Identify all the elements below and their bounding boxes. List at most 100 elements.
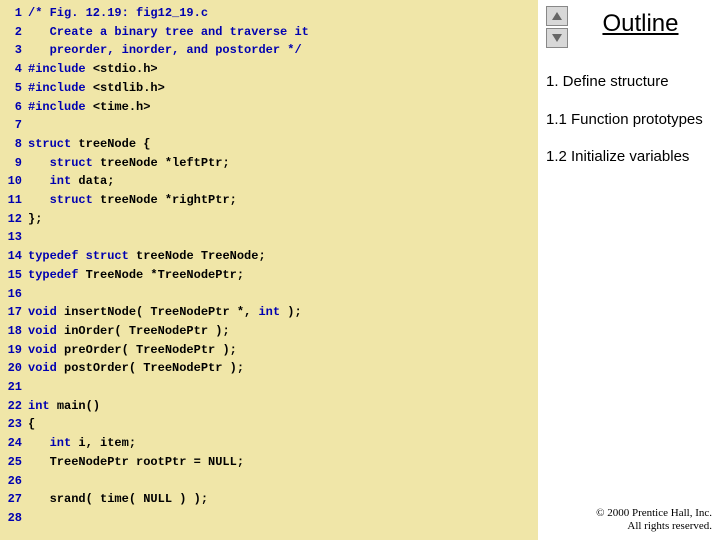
line-number: 18 <box>0 322 22 341</box>
code-token: preorder, inorder, and postorder */ <box>28 41 302 60</box>
line-number: 14 <box>0 247 22 266</box>
code-line: 13 <box>0 228 538 247</box>
line-number: 22 <box>0 397 22 416</box>
code-token: }; <box>28 210 42 229</box>
code-token: main() <box>57 397 100 416</box>
line-number: 12 <box>0 210 22 229</box>
code-token: insertNode( TreeNodePtr *, <box>64 303 258 322</box>
code-line: 19 void preOrder( TreeNodePtr ); <box>0 341 538 360</box>
code-token: #include <box>28 98 93 117</box>
line-number: 24 <box>0 434 22 453</box>
code-token: struct <box>50 191 100 210</box>
line-number: 10 <box>0 172 22 191</box>
code-token: treeNode { <box>78 135 150 154</box>
code-line: 25 TreeNodePtr rootPtr = NULL; <box>0 453 538 472</box>
code-token: struct <box>28 135 78 154</box>
code-token <box>28 154 50 173</box>
outline-section: 1.2 Initialize variables <box>546 147 712 167</box>
line-number: 3 <box>0 41 22 60</box>
code-line: 7 <box>0 116 538 135</box>
code-token: int <box>28 397 57 416</box>
code-line: 3 preorder, inorder, and postorder */ <box>0 41 538 60</box>
outline-section: 1. Define structure <box>546 72 712 92</box>
copyright-line: All rights reserved. <box>596 520 712 534</box>
code-line: 10 int data; <box>0 172 538 191</box>
nav-down-button[interactable] <box>546 28 568 48</box>
code-token: <stdlib.h> <box>93 79 165 98</box>
code-token: srand( time( NULL ) ); <box>28 490 208 509</box>
code-line: 18 void inOrder( TreeNodePtr ); <box>0 322 538 341</box>
code-token: i, item; <box>78 434 136 453</box>
code-token: int <box>50 172 79 191</box>
code-line: 9 struct treeNode *leftPtr; <box>0 154 538 173</box>
outline-title: Outline <box>602 6 678 38</box>
line-number: 27 <box>0 490 22 509</box>
code-token: postOrder( TreeNodePtr ); <box>64 359 244 378</box>
code-line: 8 struct treeNode { <box>0 135 538 154</box>
outline-panel: Outline 1. Define structure 1.1 Function… <box>538 0 720 540</box>
code-token <box>28 191 50 210</box>
code-token: ); <box>280 303 302 322</box>
code-token: TreeNodePtr rootPtr = NULL; <box>28 453 244 472</box>
line-number: 2 <box>0 23 22 42</box>
code-line: 17 void insertNode( TreeNodePtr *, int ); <box>0 303 538 322</box>
line-number: 23 <box>0 415 22 434</box>
code-line: 4#include <stdio.h> <box>0 60 538 79</box>
code-token: preOrder( TreeNodePtr ); <box>64 341 237 360</box>
code-token: void <box>28 359 64 378</box>
code-line: 12}; <box>0 210 538 229</box>
code-line: 24 int i, item; <box>0 434 538 453</box>
code-line: 20 void postOrder( TreeNodePtr ); <box>0 359 538 378</box>
code-token <box>28 172 50 191</box>
code-token: { <box>28 415 35 434</box>
code-line: 15 typedef TreeNode *TreeNodePtr; <box>0 266 538 285</box>
copyright-line: © 2000 Prentice Hall, Inc. <box>596 507 712 521</box>
nav-up-button[interactable] <box>546 6 568 26</box>
line-number: 25 <box>0 453 22 472</box>
code-token: int <box>258 303 280 322</box>
line-number: 16 <box>0 285 22 304</box>
line-number: 11 <box>0 191 22 210</box>
code-token: data; <box>78 172 114 191</box>
code-token: treeNode *rightPtr; <box>100 191 237 210</box>
code-token: TreeNode *TreeNodePtr; <box>86 266 244 285</box>
line-number: 8 <box>0 135 22 154</box>
code-token: void <box>28 322 64 341</box>
outline-section: 1.1 Function prototypes <box>546 110 712 130</box>
code-token: inOrder( TreeNodePtr ); <box>64 322 230 341</box>
code-line: 6 #include <time.h> <box>0 98 538 117</box>
line-number: 5 <box>0 79 22 98</box>
line-number: 1 <box>0 4 22 23</box>
code-token <box>28 434 50 453</box>
code-line: 28 <box>0 509 538 528</box>
line-number: 6 <box>0 98 22 117</box>
code-token: typedef <box>28 266 86 285</box>
line-number: 21 <box>0 378 22 397</box>
code-token: void <box>28 341 64 360</box>
code-line: 21 <box>0 378 538 397</box>
code-token: typedef struct <box>28 247 136 266</box>
copyright-footer: © 2000 Prentice Hall, Inc. All rights re… <box>596 507 712 535</box>
code-line: 26 <box>0 472 538 491</box>
code-token: <stdio.h> <box>93 60 158 79</box>
code-token: <time.h> <box>93 98 151 117</box>
code-line: 23 { <box>0 415 538 434</box>
code-token: struct <box>50 154 100 173</box>
code-token: /* Fig. 12.19: fig12_19.c <box>28 4 208 23</box>
code-line: 2 Create a binary tree and traverse it <box>0 23 538 42</box>
line-number: 26 <box>0 472 22 491</box>
code-token: void <box>28 303 64 322</box>
line-number: 20 <box>0 359 22 378</box>
code-token: treeNode *leftPtr; <box>100 154 230 173</box>
code-token: #include <box>28 79 93 98</box>
code-line: 1 /* Fig. 12.19: fig12_19.c <box>0 4 538 23</box>
code-token: #include <box>28 60 93 79</box>
line-number: 17 <box>0 303 22 322</box>
line-number: 28 <box>0 509 22 528</box>
code-token: Create a binary tree and traverse it <box>28 23 309 42</box>
line-number: 15 <box>0 266 22 285</box>
code-line: 11 struct treeNode *rightPtr; <box>0 191 538 210</box>
code-token: treeNode TreeNode; <box>136 247 266 266</box>
line-number: 19 <box>0 341 22 360</box>
code-line: 14 typedef struct treeNode TreeNode; <box>0 247 538 266</box>
